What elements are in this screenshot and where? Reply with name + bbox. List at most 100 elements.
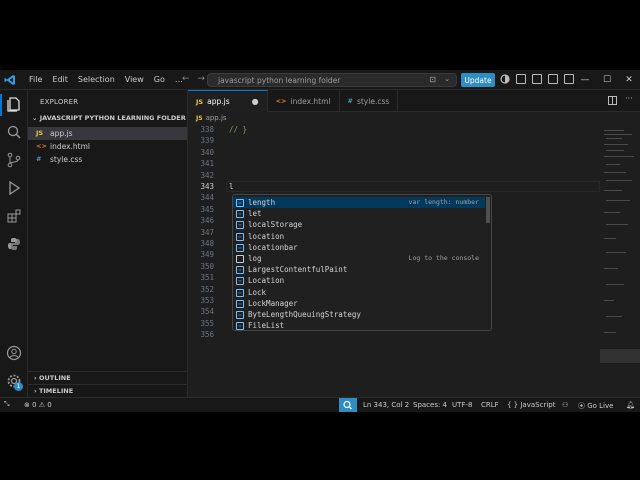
timeline-section[interactable]: › TIMELINE [28, 384, 187, 397]
outline-label: OUTLINE [38, 374, 71, 382]
breadcrumb[interactable]: JS app.js [196, 114, 227, 122]
minimap[interactable] [600, 124, 640, 397]
suggestion-item[interactable]: ▭ ByteLengthQueuingStrategy [233, 309, 485, 320]
python-icon[interactable] [6, 236, 22, 252]
minimap-line [606, 180, 632, 181]
suggestion-label: localStorage [248, 220, 303, 230]
tab-style-css[interactable]: # style.css [340, 90, 399, 112]
suggestion-item[interactable]: ▭ localStorage [233, 219, 485, 230]
unsaved-dot-icon[interactable]: ● [252, 97, 259, 106]
suggestion-item[interactable]: ▭ LockManager [233, 298, 485, 309]
toggle-panel-icon[interactable] [532, 74, 542, 84]
tab-app-js[interactable]: JS app.js ● [188, 90, 268, 112]
menu-selection[interactable]: Selection [73, 75, 120, 84]
field-icon: ▭ [236, 221, 244, 230]
account-icon[interactable] [6, 345, 22, 361]
customize-layout-icon[interactable] [564, 74, 574, 84]
tab-index-html[interactable]: <> index.html [268, 90, 340, 112]
line-number: 343 [200, 182, 214, 191]
eol-status[interactable]: CRLF [481, 401, 499, 409]
field-icon: ▭ [236, 277, 244, 286]
cursor-position[interactable]: Ln 343, Col 2 [363, 401, 409, 409]
suggestion-detail: Log to the console [408, 254, 479, 262]
editor-tabs: JS app.js ● <> index.html # style.css ··… [188, 90, 640, 112]
suggestion-item[interactable]: ▭ length var length: number [233, 197, 485, 209]
file-index-html[interactable]: <> index.html [28, 140, 187, 153]
command-center-label: javascript python learning folder [218, 75, 341, 85]
extensions-icon[interactable] [6, 208, 22, 224]
split-editor-icon[interactable] [608, 96, 617, 105]
copilot-status-icon[interactable]: ⚇ [562, 401, 568, 409]
explorer-icon[interactable] [6, 96, 22, 112]
minimap-slider[interactable] [600, 349, 640, 363]
layout-controls [500, 74, 574, 84]
menu-file[interactable]: File [24, 75, 47, 84]
suggestion-item[interactable]: ▭ locationbar [233, 242, 485, 253]
minimap-line [604, 144, 628, 145]
minimap-line [604, 172, 626, 173]
toggle-sidebar-icon[interactable] [516, 74, 526, 84]
back-arrow-icon[interactable]: ← [182, 74, 190, 84]
copilot-icon[interactable] [500, 74, 510, 84]
suggest-scrollbar[interactable] [486, 197, 490, 223]
field-icon: ▭ [236, 243, 244, 252]
search-icon[interactable] [6, 124, 22, 140]
minimap-line [606, 252, 626, 253]
suggestion-item[interactable]: ▭ let [233, 208, 485, 219]
language-mode[interactable]: { } JavaScript [507, 401, 555, 409]
file-app-js[interactable]: JS app.js [28, 127, 187, 140]
outline-section[interactable]: › OUTLINE [28, 371, 187, 384]
menu-edit[interactable]: Edit [47, 75, 73, 84]
title-bar: File Edit Selection View Go … ← → javasc… [0, 70, 640, 90]
remote-icon[interactable]: ⤡ [4, 400, 10, 409]
command-center[interactable]: javascript python learning folder ⊡ ⌄ [207, 73, 457, 87]
close-icon[interactable]: ✕ [618, 70, 640, 90]
code-line-current: 343 l [188, 181, 600, 192]
line-number: 340 [200, 147, 214, 157]
suggestion-item[interactable]: ▭ Location [233, 275, 485, 286]
live-share-button[interactable] [339, 398, 357, 412]
code-line: 341 [188, 158, 600, 169]
editor-actions: ··· [608, 95, 634, 105]
line-number: 351 [200, 273, 214, 283]
field-icon: ▭ [236, 266, 244, 275]
more-actions-icon[interactable]: ··· [625, 95, 634, 105]
forward-arrow-icon[interactable]: → [198, 74, 206, 84]
file-style-css[interactable]: # style.css [28, 153, 187, 166]
minimap-line [604, 268, 618, 269]
line-number: 344 [200, 193, 214, 203]
workspace-folder[interactable]: ⌄ JAVASCRIPT PYTHON LEARNING FOLDER [32, 114, 186, 122]
chat-icon[interactable]: ⊡ [429, 75, 436, 84]
run-debug-icon[interactable] [6, 180, 22, 196]
js-file-icon: JS [196, 97, 204, 106]
encoding-status[interactable]: UTF-8 [452, 401, 472, 409]
suggestion-item[interactable]: ▭ LargestContentfulPaint [233, 264, 485, 275]
toggle-secondary-sidebar-icon[interactable] [548, 74, 558, 84]
suggestion-label: location [248, 231, 285, 241]
line-number: 354 [200, 307, 214, 317]
source-control-icon[interactable] [6, 152, 22, 168]
menu-go[interactable]: Go [149, 75, 170, 84]
suggestion-label: ByteLengthQueuingStrategy [248, 310, 361, 319]
update-button[interactable]: Update [461, 73, 495, 87]
suggestion-item[interactable]: ▭ location [233, 231, 485, 242]
minimap-line [604, 300, 614, 301]
suggestion-item[interactable]: ▭ FileList [233, 320, 485, 331]
css-file-icon: # [347, 97, 353, 105]
maximize-icon[interactable]: ☐ [596, 70, 618, 90]
chevron-down-icon[interactable]: ⌄ [444, 75, 450, 83]
suggestion-item[interactable]: ▭ Lock [233, 287, 485, 298]
go-live-button[interactable]: ⦿ Go Live [578, 401, 613, 411]
line-number: 350 [200, 261, 214, 271]
active-indicator [0, 94, 2, 116]
line-number: 345 [200, 204, 214, 214]
suggestion-item[interactable]: log Log to the console [233, 253, 485, 264]
code-line: 340 [188, 147, 600, 158]
notifications-bell-icon[interactable]: 🔔︎ [626, 401, 635, 409]
minimize-icon[interactable]: — [574, 70, 596, 90]
minimap-line [606, 316, 622, 317]
problems-indicator[interactable]: ⊗ 0 ⚠ 0 [24, 401, 52, 409]
indentation-status[interactable]: Spaces: 4 [413, 401, 447, 409]
menu-view[interactable]: View [120, 75, 149, 84]
line-number: 353 [200, 296, 214, 305]
